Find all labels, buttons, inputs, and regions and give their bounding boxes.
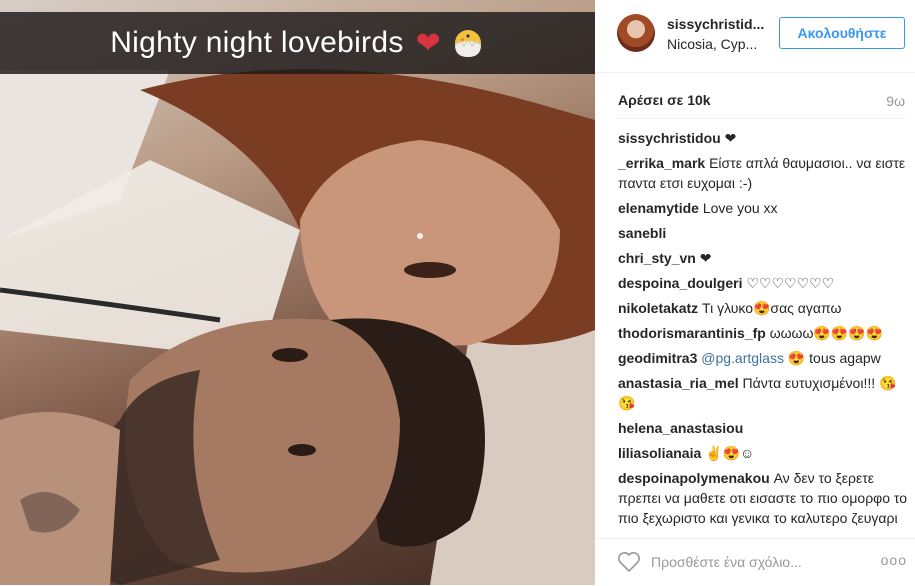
- comment-input[interactable]: [651, 551, 851, 573]
- comment: despoinapolymenakou Αν δεν το ξερετε πρε…: [618, 468, 908, 527]
- comment-username[interactable]: geodimitra3: [618, 350, 697, 366]
- post-location[interactable]: Nicosia, Cyp...: [667, 36, 757, 52]
- likes-count[interactable]: Αρέσει σε 10k: [618, 92, 711, 108]
- comment: helena_anastasiou: [618, 418, 908, 438]
- comment-username[interactable]: nikoletakatz: [618, 300, 698, 316]
- comment-username[interactable]: helena_anastasiou: [618, 420, 743, 436]
- comment: sissychristidou ❤: [618, 128, 908, 148]
- red-heart-icon: ❤: [415, 26, 441, 60]
- comment-username[interactable]: anastasia_ria_mel: [618, 375, 739, 391]
- comment: geodimitra3 @pg.artglass 😍 tous agapw: [618, 348, 908, 368]
- like-heart-icon[interactable]: [617, 551, 641, 573]
- comment-text: ✌😍☺: [705, 445, 755, 461]
- comment: anastasia_ria_mel Πάντα ευτυχισμένοι!!! …: [618, 373, 908, 413]
- comment: chri_sty_vn ❤: [618, 248, 908, 268]
- comment: thodorismarantinis_fp ωωωω😍😍😍😍: [618, 323, 908, 343]
- comment-footer: ooo: [595, 538, 915, 586]
- comments-list[interactable]: sissychristidou ❤ _errika_mark Είστε απλ…: [618, 128, 908, 527]
- snap-caption-text: Nighty night lovebirds: [110, 26, 404, 59]
- hatching-chick-icon: [451, 28, 485, 58]
- comment-username[interactable]: _errika_mark: [618, 155, 705, 171]
- avatar[interactable]: [617, 14, 655, 52]
- more-options-button[interactable]: ooo: [881, 552, 907, 568]
- comment: elenamytide Love you xx: [618, 198, 908, 218]
- divider: [618, 118, 905, 119]
- comment-username[interactable]: thodorismarantinis_fp: [618, 325, 766, 341]
- comment-text: 😍 tous agapw: [787, 350, 881, 366]
- comment-text: ❤: [724, 130, 737, 146]
- post-timestamp: 9ω: [886, 93, 905, 109]
- comment-username[interactable]: despoinapolymenakou: [618, 470, 770, 486]
- comment-mention-link[interactable]: @pg.artglass: [701, 350, 784, 366]
- comment-text: Τι γλυκο😍σας αγαπω: [702, 300, 842, 316]
- post-photo[interactable]: Nighty night lovebirds ❤: [0, 0, 595, 585]
- comment-text: ❤: [699, 250, 712, 266]
- comment: _errika_mark Είστε απλά θαυμασιοι.. να ε…: [618, 153, 908, 193]
- comment-text: ωωωω😍😍😍😍: [769, 325, 884, 341]
- comment-text: ♡♡♡♡♡♡♡: [746, 275, 835, 291]
- comment: nikoletakatz Τι γλυκο😍σας αγαπω: [618, 298, 908, 318]
- comment-username[interactable]: sanebli: [618, 225, 666, 241]
- comment-username[interactable]: elenamytide: [618, 200, 699, 216]
- follow-button[interactable]: Ακολουθήστε: [779, 17, 905, 49]
- post-header: sissychristid... Nicosia, Cyp... Ακολουθ…: [595, 0, 915, 73]
- photo-illustration: [0, 69, 595, 585]
- post-username[interactable]: sissychristid...: [667, 16, 764, 32]
- snap-caption-bar: Nighty night lovebirds ❤: [0, 12, 595, 74]
- post-details-panel: sissychristid... Nicosia, Cyp... Ακολουθ…: [595, 0, 915, 585]
- comment-username[interactable]: liliasolianaia: [618, 445, 701, 461]
- comment: despoina_doulgeri ♡♡♡♡♡♡♡: [618, 273, 908, 293]
- comment-username[interactable]: chri_sty_vn: [618, 250, 696, 266]
- comment-username[interactable]: sissychristidou: [618, 130, 721, 146]
- comment: sanebli: [618, 223, 908, 243]
- comment-text: Love you xx: [702, 200, 778, 216]
- comment-username[interactable]: despoina_doulgeri: [618, 275, 742, 291]
- comment: liliasolianaia ✌😍☺: [618, 443, 908, 463]
